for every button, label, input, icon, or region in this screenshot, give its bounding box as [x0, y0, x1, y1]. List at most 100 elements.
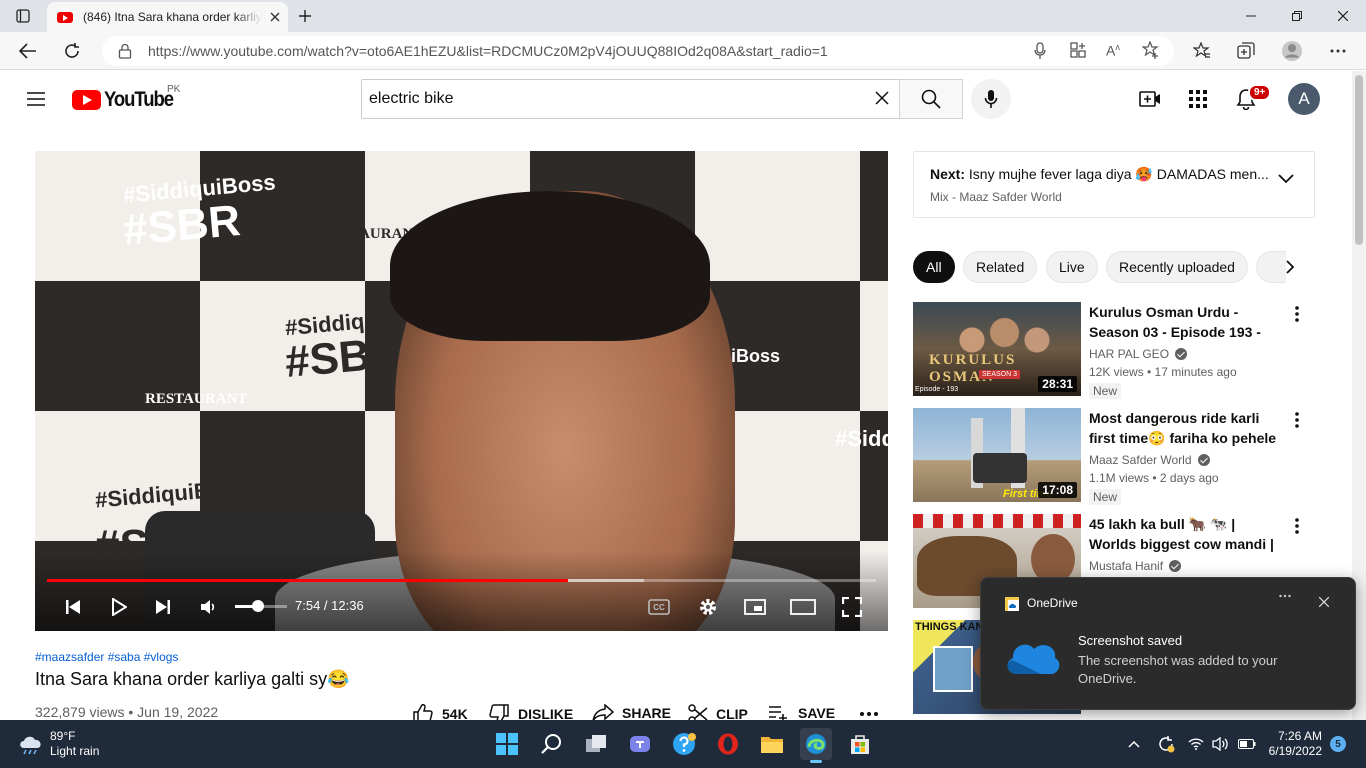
create-video-icon[interactable]	[1138, 87, 1162, 111]
add-favorite-icon[interactable]	[1142, 41, 1160, 59]
help-app-icon[interactable]	[668, 728, 700, 760]
chip-recently-uploaded[interactable]: Recently uploaded	[1106, 251, 1248, 283]
recommendation-channel[interactable]: HAR PAL GEO	[1089, 347, 1188, 361]
settings-more-icon[interactable]	[1322, 35, 1354, 67]
browser-tab-active[interactable]: (846) Itna Sara khana order karliya galt…	[47, 2, 288, 32]
close-window-button[interactable]	[1320, 0, 1366, 32]
battery-icon	[1238, 739, 1256, 749]
video-hashtags[interactable]: #maazsafder #saba #vlogs	[35, 650, 178, 664]
favorites-icon[interactable]	[1186, 35, 1218, 67]
recommendation-channel[interactable]: Mustafa Hanif	[1089, 559, 1182, 573]
video-wall-text: RESTAURANT	[145, 391, 248, 407]
active-app-indicator	[810, 760, 822, 763]
search-button[interactable]	[899, 79, 963, 119]
scrollbar-thumb[interactable]	[1355, 75, 1363, 245]
previous-icon[interactable]	[59, 594, 87, 620]
voice-search-button[interactable]	[971, 79, 1011, 119]
url-text: https://www.youtube.com/watch?v=oto6AE1h…	[148, 43, 828, 59]
tab-actions-icon[interactable]	[0, 0, 46, 32]
thumbnail-banner	[913, 514, 1081, 528]
chip-live[interactable]: Live	[1046, 251, 1098, 283]
chevron-down-icon[interactable]	[1278, 174, 1294, 184]
fullscreen-icon[interactable]	[838, 594, 866, 620]
read-aloud-icon[interactable]: Aʌ	[1106, 42, 1120, 59]
sync-status-icon[interactable]	[1150, 728, 1182, 760]
chip-partial[interactable]	[1256, 251, 1286, 283]
back-button[interactable]	[12, 35, 44, 67]
youtube-logo[interactable]: YouTube PK	[72, 84, 182, 112]
recommendation-title[interactable]: Kurulus Osman Urdu - Season 03 - Episode…	[1089, 302, 1285, 342]
refresh-button[interactable]	[56, 35, 88, 67]
collections-icon[interactable]	[1230, 35, 1262, 67]
more-actions-icon[interactable]	[860, 712, 886, 716]
theater-mode-icon[interactable]	[789, 594, 817, 620]
show-hidden-icons-chevron-up-icon[interactable]	[1118, 728, 1150, 760]
chip-related[interactable]: Related	[963, 251, 1038, 283]
onedrive-notification[interactable]: OneDrive Screenshot saved The screenshot…	[980, 577, 1356, 710]
recommendation-channel[interactable]: Maaz Safder World	[1089, 453, 1210, 467]
notification-more-icon[interactable]	[1279, 594, 1291, 598]
more-options-icon[interactable]	[1295, 518, 1299, 534]
up-next-panel[interactable]: Next: Isny mujhe fever laga diya 🥵 DAMAD…	[913, 151, 1315, 218]
search-input[interactable]: electric bike	[361, 79, 900, 119]
volume-slider[interactable]	[235, 600, 287, 612]
account-avatar[interactable]: A	[1288, 83, 1320, 115]
app-available-icon[interactable]	[1070, 42, 1086, 58]
restore-button[interactable]	[1274, 0, 1320, 32]
time-display: 7:54 / 12:36	[295, 598, 364, 613]
progress-bar[interactable]	[47, 579, 876, 582]
teams-chat-icon[interactable]	[624, 728, 656, 760]
chevron-right-icon[interactable]	[1285, 259, 1295, 275]
file-explorer-icon[interactable]	[756, 728, 788, 760]
youtube-logo-text: YouTube	[104, 88, 174, 111]
captions-icon[interactable]: CC	[645, 594, 673, 620]
apps-grid-icon[interactable]	[1186, 87, 1210, 111]
miniplayer-icon[interactable]	[741, 594, 769, 620]
windows-taskbar: 89°F Light rain 7:26 AM 6/19/2022 5	[0, 720, 1366, 768]
speaker-icon	[1212, 737, 1228, 751]
lock-icon[interactable]	[118, 43, 132, 59]
task-view-icon[interactable]	[580, 728, 612, 760]
filter-chips: All Related Live Recently uploaded	[913, 251, 1315, 283]
microsoft-store-icon[interactable]	[844, 728, 876, 760]
next-icon[interactable]	[149, 594, 177, 620]
new-tab-button[interactable]	[282, 0, 328, 32]
taskbar-search-icon[interactable]	[536, 728, 568, 760]
more-options-icon[interactable]	[1295, 306, 1299, 322]
taskbar-clock[interactable]: 7:26 AM 6/19/2022	[1262, 729, 1322, 759]
tab-close-icon[interactable]	[270, 12, 280, 22]
more-options-icon[interactable]	[1295, 412, 1299, 428]
video-views-date: 322,879 views • Jun 19, 2022	[35, 704, 219, 720]
recommendation-item[interactable]: First time 17:08 Most dangerous ride kar…	[913, 408, 1333, 505]
chip-all[interactable]: All	[913, 251, 955, 283]
notification-close-icon[interactable]	[1319, 597, 1329, 607]
settings-gear-icon[interactable]	[694, 594, 722, 620]
recommendation-item[interactable]: KURULUS OSMAN SEASON 3 Episode - 193 28:…	[913, 302, 1333, 399]
recommendation-views: 1.1M views • 2 days ago	[1089, 471, 1219, 485]
volume-icon[interactable]	[194, 594, 222, 620]
notification-title: Screenshot saved	[1078, 633, 1183, 648]
video-thumbnail[interactable]: KURULUS OSMAN SEASON 3 Episode - 193 28:…	[913, 302, 1081, 396]
recommendation-title[interactable]: Most dangerous ride karli first time😳 fa…	[1089, 408, 1285, 448]
video-thumbnail[interactable]: First time 17:08	[913, 408, 1081, 502]
video-duration: 28:31	[1038, 376, 1077, 392]
start-button[interactable]	[491, 728, 523, 760]
profile-icon[interactable]	[1276, 35, 1308, 67]
microphone-icon[interactable]	[1034, 42, 1046, 60]
minimize-button[interactable]	[1228, 0, 1274, 32]
person-hair-shape	[390, 191, 710, 341]
recommendation-title[interactable]: 45 lakh ka bull 🐂 🐄 | Worlds biggest cow…	[1089, 514, 1285, 554]
edge-browser-icon[interactable]	[800, 728, 832, 763]
video-player[interactable]: #SiddiquiBoss #SBR RESTAURANT #Siddiqui …	[35, 151, 888, 631]
opera-browser-icon[interactable]	[712, 728, 744, 760]
clear-search-icon[interactable]	[875, 91, 889, 105]
hamburger-menu-icon[interactable]	[24, 87, 48, 111]
youtube-favicon-icon	[57, 11, 73, 23]
notification-center-badge[interactable]: 5	[1330, 736, 1346, 752]
channel-name: HAR PAL GEO	[1089, 347, 1170, 361]
network-volume-battery-tray[interactable]	[1182, 728, 1262, 760]
weather-widget[interactable]: 89°F Light rain	[18, 729, 99, 759]
play-icon[interactable]	[105, 594, 133, 620]
url-field[interactable]: https://www.youtube.com/watch?v=oto6AE1h…	[102, 36, 1174, 66]
up-next-playlist: Mix - Maaz Safder World	[930, 190, 1062, 204]
